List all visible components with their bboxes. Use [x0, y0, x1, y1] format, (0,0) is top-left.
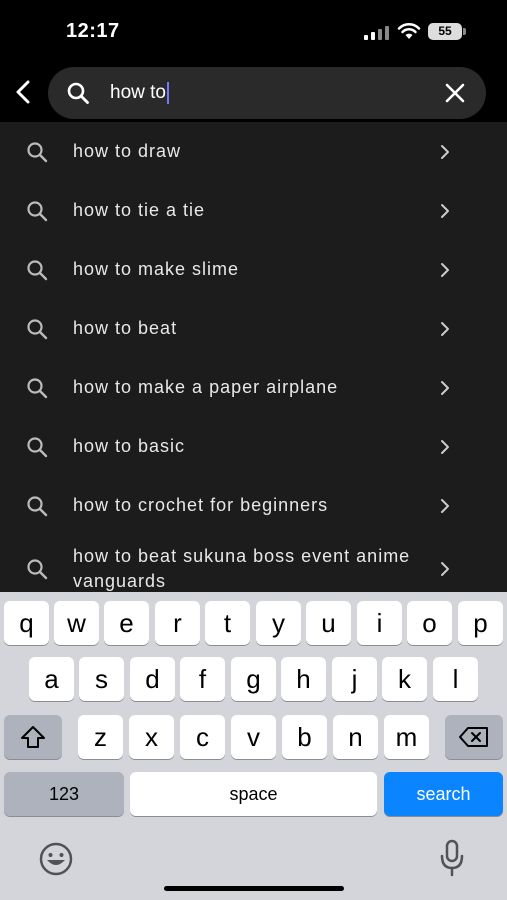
key-v[interactable]: v [231, 715, 276, 759]
search-icon [27, 496, 48, 517]
key-z[interactable]: z [78, 715, 123, 759]
suggestion-list: how to draw how to tie a tie how to make… [0, 122, 507, 592]
suggestion-text: how to tie a tie [73, 200, 206, 220]
key-i[interactable]: i [357, 601, 402, 645]
search-bar[interactable]: how to [48, 67, 486, 119]
battery-level: 55 [428, 23, 462, 40]
chevron-right-icon [441, 322, 449, 336]
keyboard: q w e r t y u i o p a s d f g h j k l z … [0, 592, 507, 900]
search-key[interactable]: search [384, 772, 503, 816]
back-chevron-icon[interactable] [10, 74, 38, 110]
status-bar: 12:17 55 [0, 0, 507, 62]
search-icon [27, 378, 48, 399]
suggestion-text: how to basic [73, 436, 186, 456]
home-indicator [164, 886, 344, 891]
key-j[interactable]: j [332, 657, 377, 701]
suggestion-item[interactable]: how to beat sukuna boss event anime vang… [0, 535, 507, 592]
backspace-key[interactable] [445, 715, 503, 759]
key-m[interactable]: m [384, 715, 429, 759]
key-f[interactable]: f [180, 657, 225, 701]
shift-icon [21, 726, 45, 748]
key-o[interactable]: o [407, 601, 452, 645]
space-key[interactable]: space [130, 772, 377, 816]
search-icon [67, 82, 89, 104]
wifi-icon [397, 23, 421, 39]
numbers-key[interactable]: 123 [4, 772, 124, 816]
battery-nub [463, 28, 466, 35]
key-e[interactable]: e [104, 601, 149, 645]
suggestion-text: how to beat sukuna boss event anime vang… [73, 546, 411, 591]
key-g[interactable]: g [231, 657, 276, 701]
key-t[interactable]: t [205, 601, 250, 645]
key-q[interactable]: q [4, 601, 49, 645]
backspace-icon [459, 727, 488, 747]
search-icon [27, 319, 48, 340]
chevron-right-icon [441, 204, 449, 218]
chevron-right-icon [441, 263, 449, 277]
key-n[interactable]: n [333, 715, 378, 759]
key-d[interactable]: d [130, 657, 175, 701]
chevron-right-icon [441, 145, 449, 159]
suggestion-item[interactable]: how to beat [0, 299, 507, 358]
chevron-right-icon [441, 499, 449, 513]
key-y[interactable]: y [256, 601, 301, 645]
suggestion-text: how to crochet for beginners [73, 495, 329, 515]
emoji-icon[interactable] [38, 841, 74, 877]
shift-key[interactable] [4, 715, 62, 759]
key-x[interactable]: x [129, 715, 174, 759]
key-c[interactable]: c [180, 715, 225, 759]
chevron-right-icon [441, 440, 449, 454]
key-s[interactable]: s [79, 657, 124, 701]
key-h[interactable]: h [281, 657, 326, 701]
clear-x-icon[interactable] [442, 80, 468, 106]
cellular-signal-icon [364, 26, 389, 40]
key-k[interactable]: k [382, 657, 427, 701]
key-r[interactable]: r [155, 601, 200, 645]
status-time: 12:17 [66, 20, 120, 42]
key-p[interactable]: p [458, 601, 503, 645]
key-a[interactable]: a [29, 657, 74, 701]
search-header: how to [0, 62, 507, 122]
suggestion-item[interactable]: how to draw [0, 122, 507, 181]
suggestion-text: how to beat [73, 318, 178, 338]
key-l[interactable]: l [433, 657, 478, 701]
key-u[interactable]: u [306, 601, 351, 645]
suggestion-item[interactable]: how to tie a tie [0, 181, 507, 240]
search-icon [27, 260, 48, 281]
suggestion-text: how to make slime [73, 259, 240, 279]
battery-icon: 55 [428, 23, 466, 41]
search-icon [27, 559, 48, 580]
microphone-icon[interactable] [438, 838, 466, 878]
chevron-right-icon [441, 381, 449, 395]
search-input[interactable]: how to [110, 79, 169, 107]
key-b[interactable]: b [282, 715, 327, 759]
suggestion-item[interactable]: how to crochet for beginners [0, 476, 507, 535]
search-icon [27, 437, 48, 458]
suggestion-item[interactable]: how to make slime [0, 240, 507, 299]
suggestion-item[interactable]: how to basic [0, 417, 507, 476]
suggestion-text: how to draw [73, 141, 182, 161]
search-icon [27, 142, 48, 163]
text-caret [166, 81, 169, 104]
chevron-right-icon [441, 562, 449, 576]
suggestion-item[interactable]: how to make a paper airplane [0, 358, 507, 417]
key-w[interactable]: w [54, 601, 99, 645]
suggestion-text: how to make a paper airplane [73, 377, 339, 397]
search-icon [27, 201, 48, 222]
search-query-text: how to [110, 82, 166, 103]
